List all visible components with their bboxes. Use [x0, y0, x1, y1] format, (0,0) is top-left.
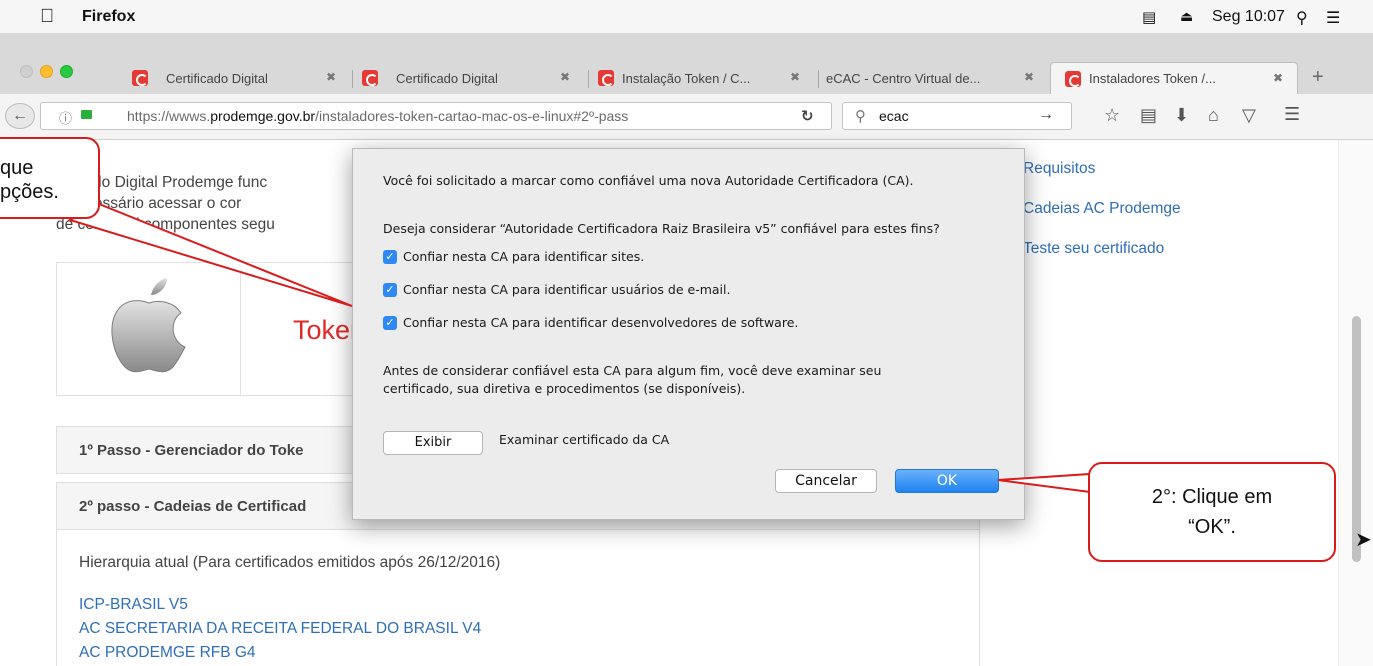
home-icon[interactable]: ⌂	[1208, 105, 1219, 126]
eject-icon[interactable]: ⏏	[1180, 8, 1193, 25]
url-bar[interactable]: ← ⓘ https://wwws.prodemge.gov.br/instala…	[5, 102, 832, 130]
view-certificate-label: Examinar certificado da CA	[499, 432, 670, 447]
minimize-window-button[interactable]	[40, 65, 53, 78]
airplay-icon[interactable]: ▤	[1142, 8, 1156, 26]
checkbox-label: Confiar nesta CA para identificar desenv…	[403, 315, 799, 330]
search-icon: ⚲	[855, 108, 866, 125]
trust-ca-dialog: Você foi solicitado a marcar como confiá…	[352, 148, 1025, 520]
search-bar[interactable]: ⚲ ecac →	[842, 102, 1072, 130]
scrollbar-thumb[interactable]	[1352, 316, 1361, 562]
dialog-note-line-2: certificado, sua diretiva e procedimento…	[383, 381, 746, 396]
close-tab-icon[interactable]: ✖	[326, 70, 336, 84]
tab-divider	[818, 70, 819, 88]
sidebar-link-requisitos[interactable]: Requisitos	[1023, 160, 1095, 178]
callout-text: 2°: Clique em	[1151, 486, 1273, 508]
tab-label: Instalação Token / C...	[622, 70, 751, 86]
navigation-toolbar: ← ⓘ https://wwws.prodemge.gov.br/instala…	[0, 94, 1373, 140]
tab-label: eCAC - Centro Virtual de...	[826, 70, 981, 86]
pocket-icon[interactable]: ▽	[1242, 105, 1256, 126]
link-ac-secretaria-receita[interactable]: AC SECRETARIA DA RECEITA FEDERAL DO BRAS…	[79, 620, 481, 638]
apple-logo-icon	[111, 278, 186, 373]
url-text[interactable]: https://wwws.prodemge.gov.br/instaladore…	[127, 108, 755, 124]
checkbox-identify-email-users[interactable]: ✓ Confiar nesta CA para identificar usuá…	[383, 282, 730, 297]
bookmark-star-icon[interactable]: ☆	[1104, 105, 1120, 126]
apple-logo-cell	[57, 263, 241, 395]
view-certificate-button[interactable]: Exibir	[383, 431, 483, 455]
checkbox-identify-developers[interactable]: ✓ Confiar nesta CA para identificar dese…	[383, 315, 798, 330]
prodemge-favicon-icon	[362, 70, 378, 86]
apple-icon[interactable]: 	[40, 6, 54, 28]
close-window-button[interactable]	[20, 65, 33, 78]
mouse-cursor-icon: ➤	[1355, 529, 1372, 551]
dialog-message: Você foi solicitado a marcar como confiá…	[383, 173, 914, 188]
back-arrow-icon[interactable]: ←	[5, 103, 35, 129]
sidebar-link-teste-certificado[interactable]: Teste seu certificado	[1023, 240, 1164, 258]
tab-divider	[588, 70, 589, 88]
close-tab-icon[interactable]: ✖	[560, 70, 570, 84]
bookmarks-library-icon[interactable]: ▤	[1140, 105, 1157, 126]
notification-center-icon[interactable]: ☰	[1326, 8, 1340, 28]
search-go-arrow-icon[interactable]: →	[1038, 106, 1054, 124]
checkmark-icon[interactable]: ✓	[383, 249, 397, 264]
checkbox-label: Confiar nesta CA para identificar sites.	[403, 249, 645, 264]
step-2-panel-body: Hierarquia atual (Para certificados emit…	[56, 530, 980, 666]
prodemge-favicon-icon	[132, 70, 148, 86]
tab-strip: Certificado Digital ✖ Certificado Digita…	[0, 34, 1373, 94]
tab-divider	[352, 70, 353, 88]
tab-certificado-digital-2[interactable]: Certificado Digital ✖	[362, 62, 584, 94]
close-tab-icon[interactable]: ✖	[1273, 71, 1283, 85]
downloads-icon[interactable]: ⬇	[1174, 105, 1189, 126]
menu-bar:  Firefox ▤ ⏏ Seg 10:07 ⚲ ☰	[0, 0, 1373, 34]
app-name[interactable]: Firefox	[82, 8, 135, 26]
callout-text: pções.	[0, 181, 59, 203]
dialog-question: Deseja considerar “Autoridade Certificad…	[383, 221, 940, 236]
callout-text: que	[0, 157, 34, 179]
tab-certificado-digital-1[interactable]: Certificado Digital ✖	[132, 62, 350, 94]
search-input[interactable]: ecac	[879, 108, 909, 124]
tab-ecac[interactable]: eCAC - Centro Virtual de... ✖	[826, 62, 1048, 94]
link-icp-brasil-v5[interactable]: ICP-BRASIL V5	[79, 596, 188, 614]
close-tab-icon[interactable]: ✖	[1024, 70, 1034, 84]
annotation-callout-step-1: que pções.	[0, 137, 100, 219]
prodemge-favicon-icon	[1065, 70, 1081, 87]
tab-instalacao-token[interactable]: Instalação Token / C... ✖	[598, 62, 814, 94]
clock[interactable]: Seg 10:07	[1212, 8, 1285, 26]
ok-button[interactable]: OK	[895, 469, 999, 493]
annotation-callout-step-2: 2°: Clique em “OK”.	[1088, 462, 1336, 562]
new-tab-icon[interactable]: +	[1312, 66, 1324, 89]
tab-instaladores-token[interactable]: Instaladores Token /... ✖	[1050, 62, 1298, 94]
checkmark-icon[interactable]: ✓	[383, 282, 397, 297]
checkbox-identify-sites[interactable]: ✓ Confiar nesta CA para identificar site…	[383, 249, 644, 264]
tab-label: Instaladores Token /...	[1089, 71, 1216, 86]
close-tab-icon[interactable]: ✖	[790, 70, 800, 84]
checkbox-label: Confiar nesta CA para identificar usuári…	[403, 282, 731, 297]
scrollbar[interactable]	[1338, 140, 1373, 666]
sidebar-link-cadeias[interactable]: Cadeias AC Prodemge	[1023, 200, 1181, 218]
reload-icon[interactable]: ↻	[801, 107, 814, 125]
spotlight-search-icon[interactable]: ⚲	[1296, 8, 1308, 28]
lock-icon[interactable]	[81, 110, 92, 119]
cancel-button[interactable]: Cancelar	[775, 469, 877, 493]
checkmark-icon[interactable]: ✓	[383, 315, 397, 330]
link-ac-prodemge-rfb-g4[interactable]: AC PRODEMGE RFB G4	[79, 644, 256, 662]
menu-hamburger-icon[interactable]: ☰	[1284, 104, 1300, 125]
callout-text: “OK”.	[1188, 516, 1236, 538]
prodemge-favicon-icon	[598, 70, 614, 86]
info-icon[interactable]: ⓘ	[59, 108, 72, 127]
dialog-note-line-1: Antes de considerar confiável esta CA pa…	[383, 363, 882, 378]
zoom-window-button[interactable]	[60, 65, 73, 78]
tab-label: Certificado Digital	[396, 70, 498, 86]
tab-label: Certificado Digital	[166, 70, 268, 86]
hierarchy-text: Hierarquia atual (Para certificados emit…	[79, 554, 501, 571]
